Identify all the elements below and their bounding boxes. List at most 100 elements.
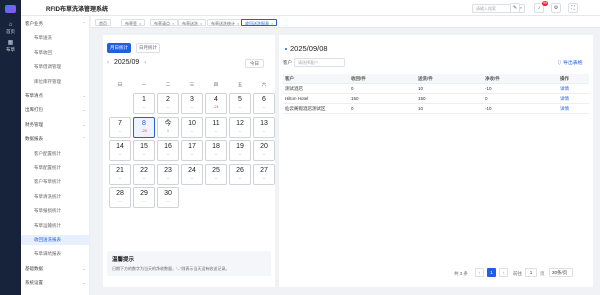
sidebar-item[interactable]: 基础数据 ⌄ (21, 264, 90, 274)
rail-item-home[interactable]: ⌂ 首页 (0, 22, 21, 35)
calendar-day[interactable]: 19 -- (229, 140, 251, 161)
tab-item[interactable]: 收回送洗报表 × (241, 19, 278, 26)
view-month-button[interactable]: 月日统计 (107, 43, 131, 53)
goto-input[interactable]: 1 (525, 268, 537, 277)
sidebar-item[interactable]: 布草清洗统计 (21, 192, 90, 202)
edit-icon[interactable]: ✎ (510, 3, 520, 13)
tab-item[interactable]: 布草送洗 × (178, 19, 207, 26)
calendar-day[interactable]: 30 -- (157, 187, 179, 208)
calendar-day[interactable]: 26 -- (229, 163, 251, 185)
calendar-day[interactable]: 3 -- (181, 93, 203, 114)
view-day-button[interactable]: 日月统计 (136, 43, 160, 53)
sidebar-item-label: 出库打包 (25, 107, 43, 113)
customer-filter-label: 客户 (283, 60, 292, 65)
calendar-day[interactable]: 15 -- (133, 140, 155, 161)
sidebar-item[interactable]: 收回送洗报表 (21, 235, 90, 245)
page-number[interactable]: 1 (487, 268, 496, 277)
sidebar-item[interactable]: 出库打包 ⌄ (21, 105, 90, 115)
calendar-day[interactable]: 12 -- (229, 116, 251, 138)
prev-page-icon[interactable]: ‹ (475, 268, 484, 277)
notification-badge: 99 (542, 1, 548, 6)
sidebar-item[interactable]: 布草收回 (21, 48, 90, 58)
calendar-day[interactable]: 21 -- (109, 163, 131, 185)
sidebar-item[interactable]: 布草清点 ⌄ (21, 91, 90, 101)
day-number: 19 (236, 143, 244, 150)
calendar-day[interactable]: 5 -- (229, 93, 251, 114)
detail-link[interactable]: 详情 (560, 94, 569, 104)
tab-item[interactable]: 布草送洗统计 × (207, 19, 244, 26)
bell-icon[interactable]: ♪ 99 (534, 1, 548, 13)
calendar-day[interactable]: 22 -- (133, 163, 155, 185)
next-month-icon[interactable]: › (144, 60, 146, 66)
calendar-day[interactable]: 28 -- (109, 187, 131, 208)
calendar-day[interactable]: 16 -- (157, 140, 179, 161)
tab-item[interactable]: 首页 (95, 19, 111, 26)
calendar-day[interactable]: 1 -- (133, 93, 155, 114)
close-icon[interactable]: × (139, 21, 141, 26)
sidebar-item[interactable]: 布草运输统计 (21, 221, 90, 231)
calendar-day[interactable]: 17 -- (181, 140, 203, 161)
total-count: 共 3 条 (454, 271, 469, 276)
close-icon[interactable]: × (237, 21, 239, 26)
sidebar-item[interactable]: 财务管理 ⌄ (21, 120, 90, 130)
customer-select[interactable]: 请选择客户 (294, 58, 345, 67)
sidebar-item[interactable]: 布草送洗 (21, 33, 90, 43)
calendar-day[interactable]: 今0 (157, 116, 179, 138)
today-button[interactable]: 今日 (245, 59, 264, 68)
tab-label: 布草清点 (154, 21, 170, 26)
table-cell: 10 (418, 86, 424, 91)
sidebar-item-label: 客户配置统计 (34, 150, 61, 156)
day-net-value: -- (238, 152, 242, 156)
weekday-header: 六 (261, 82, 267, 87)
day-net-value: -21 (213, 105, 219, 109)
sidebar: 客户业务 ⌃ 布草送洗布草收回布草借调管理 库位库存管理 布草清点 ⌄ 出库打包 ⌄ 财务管理 ⌄… (21, 16, 90, 295)
sidebar-item[interactable]: 库位库存管理 (21, 77, 90, 87)
sidebar-item[interactable]: 布草报损统计 (21, 206, 90, 216)
close-icon[interactable]: × (271, 21, 273, 26)
sidebar-item[interactable]: 数据报表 ⌃ (21, 134, 90, 144)
page-size-select[interactable]: 20条/页 (549, 268, 573, 277)
calendar-day[interactable]: 27 -- (253, 163, 275, 185)
prev-month-icon[interactable]: ‹ (107, 60, 109, 66)
day-net-value: -- (214, 128, 218, 133)
sidebar-item[interactable]: 布草配置统计 (21, 163, 90, 173)
day-net-value: -- (142, 105, 146, 109)
calendar-day[interactable]: 13 -- (253, 116, 275, 138)
fullscreen-icon[interactable]: ⛶ (568, 3, 578, 13)
close-icon[interactable]: × (200, 21, 202, 26)
sidebar-item[interactable]: 系统设置 ⌄ (21, 278, 90, 288)
calendar-day[interactable]: 11 -- (205, 116, 227, 138)
calendar-day[interactable]: 18 -- (205, 140, 227, 161)
next-page-icon[interactable]: › (499, 268, 508, 277)
tab-item[interactable]: 布草签 × (121, 19, 146, 26)
day-net-value: -- (166, 105, 170, 109)
calendar-day[interactable]: 14 -- (109, 140, 131, 161)
calendar-day[interactable]: 8 -20 (133, 116, 155, 138)
calendar-day[interactable]: 25 -- (205, 163, 227, 185)
tab-item[interactable]: 布草清点 × (150, 19, 179, 26)
rail-item-linen[interactable]: ▦ 布草 (0, 40, 21, 53)
detail-link[interactable]: 详情 (560, 84, 569, 94)
calendar-day[interactable]: 24 -- (181, 163, 203, 185)
sidebar-item-label: 客户业务 (25, 21, 43, 26)
calendar-day[interactable]: 23 -- (157, 163, 179, 185)
day-net-value: -- (166, 152, 170, 156)
calendar-day[interactable]: 7 -- (109, 116, 131, 138)
sidebar-item[interactable]: 布草满坑报表 (21, 249, 90, 259)
sidebar-item[interactable]: 客户业务 ⌃ (21, 19, 90, 29)
detail-link[interactable]: 详情 (560, 104, 569, 114)
calendar-day[interactable]: 2 -- (157, 93, 179, 114)
calendar-day[interactable]: 20 -- (253, 140, 275, 161)
close-icon[interactable]: × (172, 21, 174, 26)
sidebar-item[interactable]: 客户布草统计 (21, 177, 90, 187)
sidebar-item[interactable]: 客户配置统计 (21, 149, 90, 159)
sidebar-item[interactable]: 布草借调管理 (21, 62, 90, 72)
settings-icon[interactable]: ⚙ (551, 3, 561, 13)
column-header: 送洗/件 (418, 76, 433, 81)
calendar-day[interactable]: 6 -- (253, 93, 275, 114)
calendar-day[interactable]: 4 -21 (205, 93, 227, 114)
calendar-day[interactable]: 10 -- (181, 116, 203, 138)
calendar-day[interactable]: 29 -- (133, 187, 155, 208)
export-button[interactable]: ⇩ 导出表格 (557, 59, 582, 66)
day-net-value: -- (166, 199, 170, 203)
